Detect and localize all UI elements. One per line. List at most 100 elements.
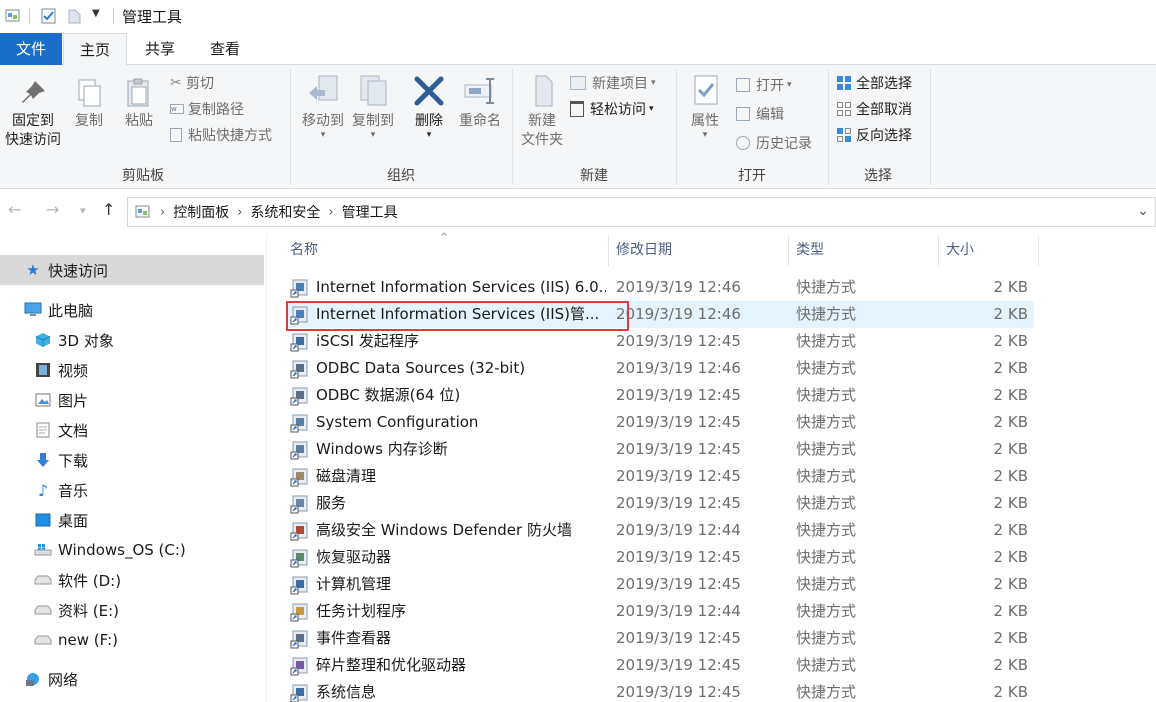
file-date: 2019/3/19 12:45 bbox=[616, 332, 741, 350]
column-divider[interactable] bbox=[938, 236, 939, 266]
qat-dropdown-icon[interactable]: ▼ bbox=[92, 8, 100, 19]
file-row[interactable]: 计算机管理 2019/3/19 12:45 快捷方式 2 KB bbox=[286, 571, 1034, 598]
file-row[interactable]: Internet Information Services (IIS) 6.0.… bbox=[286, 274, 1034, 301]
new-item-button[interactable]: 新建项目 ▾ bbox=[570, 72, 656, 94]
file-row[interactable]: 高级安全 Windows Defender 防火墙 2019/3/19 12:44… bbox=[286, 517, 1034, 544]
copy-to-button[interactable]: 复制到 ▾ bbox=[348, 73, 398, 140]
breadcrumb-admin-tools[interactable]: 管理工具 bbox=[342, 202, 398, 222]
properties-check-icon[interactable] bbox=[40, 7, 58, 25]
nav-documents[interactable]: 文档 bbox=[0, 415, 264, 445]
select-none-button[interactable]: 全部取消 bbox=[836, 98, 912, 120]
nav-videos[interactable]: 视频 bbox=[0, 355, 264, 385]
open-button[interactable]: 打开 ▾ bbox=[736, 74, 792, 96]
paste-shortcut-button[interactable]: 粘贴快捷方式 bbox=[170, 124, 272, 146]
file-row[interactable]: iSCSI 发起程序 2019/3/19 12:45 快捷方式 2 KB bbox=[286, 328, 1034, 355]
column-header-date[interactable]: 修改日期 bbox=[616, 234, 786, 266]
nav-quick-access[interactable]: ★ 快速访问 bbox=[0, 255, 264, 285]
file-row[interactable]: Windows 内存诊断 2019/3/19 12:45 快捷方式 2 KB bbox=[286, 436, 1034, 463]
nav-drive-c[interactable]: Windows_OS (C:) bbox=[0, 535, 264, 565]
select-all-button[interactable]: 全部选择 bbox=[836, 72, 912, 94]
file-row[interactable]: 事件查看器 2019/3/19 12:45 快捷方式 2 KB bbox=[286, 625, 1034, 652]
history-button[interactable]: 历史记录 bbox=[736, 132, 812, 154]
nav-network[interactable]: 网络 bbox=[0, 664, 264, 694]
column-header-type[interactable]: 类型 bbox=[796, 234, 936, 266]
invert-selection-button[interactable]: 反向选择 bbox=[836, 124, 912, 146]
address-bar[interactable]: › 控制面板 › 系统和安全 › 管理工具 ⌄ bbox=[127, 197, 1156, 227]
rename-label: 重命名 bbox=[459, 113, 501, 129]
edit-button[interactable]: 编辑 bbox=[736, 103, 784, 125]
nav-music[interactable]: ♪ 音乐 bbox=[0, 475, 264, 505]
new-folder-button[interactable]: 新建 文件夹 bbox=[516, 73, 568, 150]
file-type: 快捷方式 bbox=[796, 278, 857, 296]
file-size: 2 KB bbox=[993, 656, 1028, 674]
nav-videos-label: 视频 bbox=[58, 361, 89, 380]
rename-button[interactable]: 重命名 bbox=[454, 73, 506, 131]
file-row[interactable]: 恢复驱动器 2019/3/19 12:45 快捷方式 2 KB bbox=[286, 544, 1034, 571]
copy-to-label: 复制到 bbox=[352, 113, 394, 129]
desktop-icon bbox=[34, 511, 52, 529]
file-size: 2 KB bbox=[993, 629, 1028, 647]
nav-this-pc[interactable]: 此电脑 bbox=[0, 295, 264, 325]
file-row[interactable]: System Configuration 2019/3/19 12:45 快捷方式 2… bbox=[286, 409, 1034, 436]
cut-button[interactable]: ✂ 剪切 bbox=[170, 72, 214, 94]
breadcrumb-control-panel[interactable]: 控制面板 bbox=[173, 202, 229, 222]
delete-button[interactable]: 删除 ▾ bbox=[406, 73, 452, 140]
file-row[interactable]: ODBC 数据源(64 位) 2019/3/19 12:45 快捷方式 2 KB bbox=[286, 382, 1034, 409]
column-divider[interactable] bbox=[1038, 236, 1039, 266]
column-divider[interactable] bbox=[608, 236, 609, 266]
control-panel-icon[interactable] bbox=[4, 7, 22, 25]
nav-pictures[interactable]: 图片 bbox=[0, 385, 264, 415]
file-row[interactable]: 系统信息 2019/3/19 12:45 快捷方式 2 KB bbox=[286, 679, 1034, 702]
breadcrumb-separator-icon[interactable]: › bbox=[160, 205, 165, 220]
new-folder-icon[interactable] bbox=[66, 7, 84, 25]
move-to-button[interactable]: 移动到 ▾ bbox=[298, 73, 348, 140]
copy-path-label: 复制路径 bbox=[188, 102, 244, 118]
breadcrumb-system-security[interactable]: 系统和安全 bbox=[250, 202, 320, 222]
tab-share[interactable]: 共享 bbox=[127, 33, 193, 65]
nav-3d-objects[interactable]: 3D 对象 bbox=[0, 325, 264, 355]
address-dropdown-icon[interactable]: ⌄ bbox=[1137, 203, 1149, 219]
up-arrow-icon[interactable]: ↑ bbox=[102, 200, 115, 219]
breadcrumb-separator-icon[interactable]: › bbox=[328, 205, 333, 220]
pin-to-quick-access-button[interactable]: 固定到 快速访问 bbox=[0, 77, 66, 150]
paste-button[interactable]: 粘贴 bbox=[120, 77, 158, 131]
properties-button[interactable]: 属性 ▾ bbox=[680, 73, 730, 140]
file-row[interactable]: ODBC Data Sources (32-bit) 2019/3/19 12:4… bbox=[286, 355, 1034, 382]
file-row[interactable]: 碎片整理和优化驱动器 2019/3/19 12:45 快捷方式 2 KB bbox=[286, 652, 1034, 679]
tab-file[interactable]: 文件 bbox=[0, 33, 62, 65]
shortcut-icon bbox=[290, 657, 308, 676]
file-list: ^ 名称 修改日期 类型 大小 Internet Information Ser… bbox=[267, 232, 1156, 702]
file-row[interactable]: 服务 2019/3/19 12:45 快捷方式 2 KB bbox=[286, 490, 1034, 517]
nav-downloads[interactable]: 下载 bbox=[0, 445, 264, 475]
file-row[interactable]: 磁盘清理 2019/3/19 12:45 快捷方式 2 KB bbox=[286, 463, 1034, 490]
shortcut-icon bbox=[290, 414, 308, 433]
forward-arrow-icon[interactable]: → bbox=[46, 200, 59, 219]
nav-drive-d[interactable]: 软件 (D:) bbox=[0, 565, 264, 595]
copy-to-icon bbox=[360, 75, 387, 106]
shortcut-icon bbox=[290, 576, 308, 595]
column-header-size[interactable]: 大小 bbox=[946, 234, 1036, 266]
control-panel-icon bbox=[135, 205, 150, 218]
file-row[interactable]: Internet Information Services (IIS)管... 2… bbox=[286, 301, 1034, 328]
tab-view[interactable]: 查看 bbox=[193, 33, 257, 65]
copy-path-button[interactable]: w 复制路径 bbox=[170, 98, 244, 120]
copy-button[interactable]: 复制 bbox=[70, 77, 108, 131]
file-row[interactable]: 任务计划程序 2019/3/19 12:44 快捷方式 2 KB bbox=[286, 598, 1034, 625]
nav-drive-f[interactable]: new (F:) bbox=[0, 625, 264, 655]
column-divider[interactable] bbox=[788, 236, 789, 266]
file-size: 2 KB bbox=[993, 386, 1028, 404]
edit-label: 编辑 bbox=[756, 107, 784, 123]
back-arrow-icon[interactable]: ← bbox=[8, 200, 21, 219]
easy-access-button[interactable]: 轻松访问 ▾ bbox=[570, 98, 654, 120]
nav-desktop[interactable]: 桌面 bbox=[0, 505, 264, 535]
recent-locations-dropdown-icon[interactable]: ▾ bbox=[80, 204, 86, 217]
open-group: 属性 ▾ 打开 ▾ 编辑 历史记录 打开 bbox=[678, 65, 826, 189]
column-header-name[interactable]: 名称 bbox=[290, 234, 608, 266]
tab-home[interactable]: 主页 bbox=[63, 33, 127, 66]
file-size: 2 KB bbox=[993, 683, 1028, 701]
nav-quick-access-label: 快速访问 bbox=[48, 261, 109, 280]
breadcrumb-separator-icon[interactable]: › bbox=[237, 205, 242, 220]
file-type: 快捷方式 bbox=[796, 683, 857, 701]
nav-drive-e[interactable]: 资料 (E:) bbox=[0, 595, 264, 625]
shortcut-icon bbox=[290, 684, 308, 702]
